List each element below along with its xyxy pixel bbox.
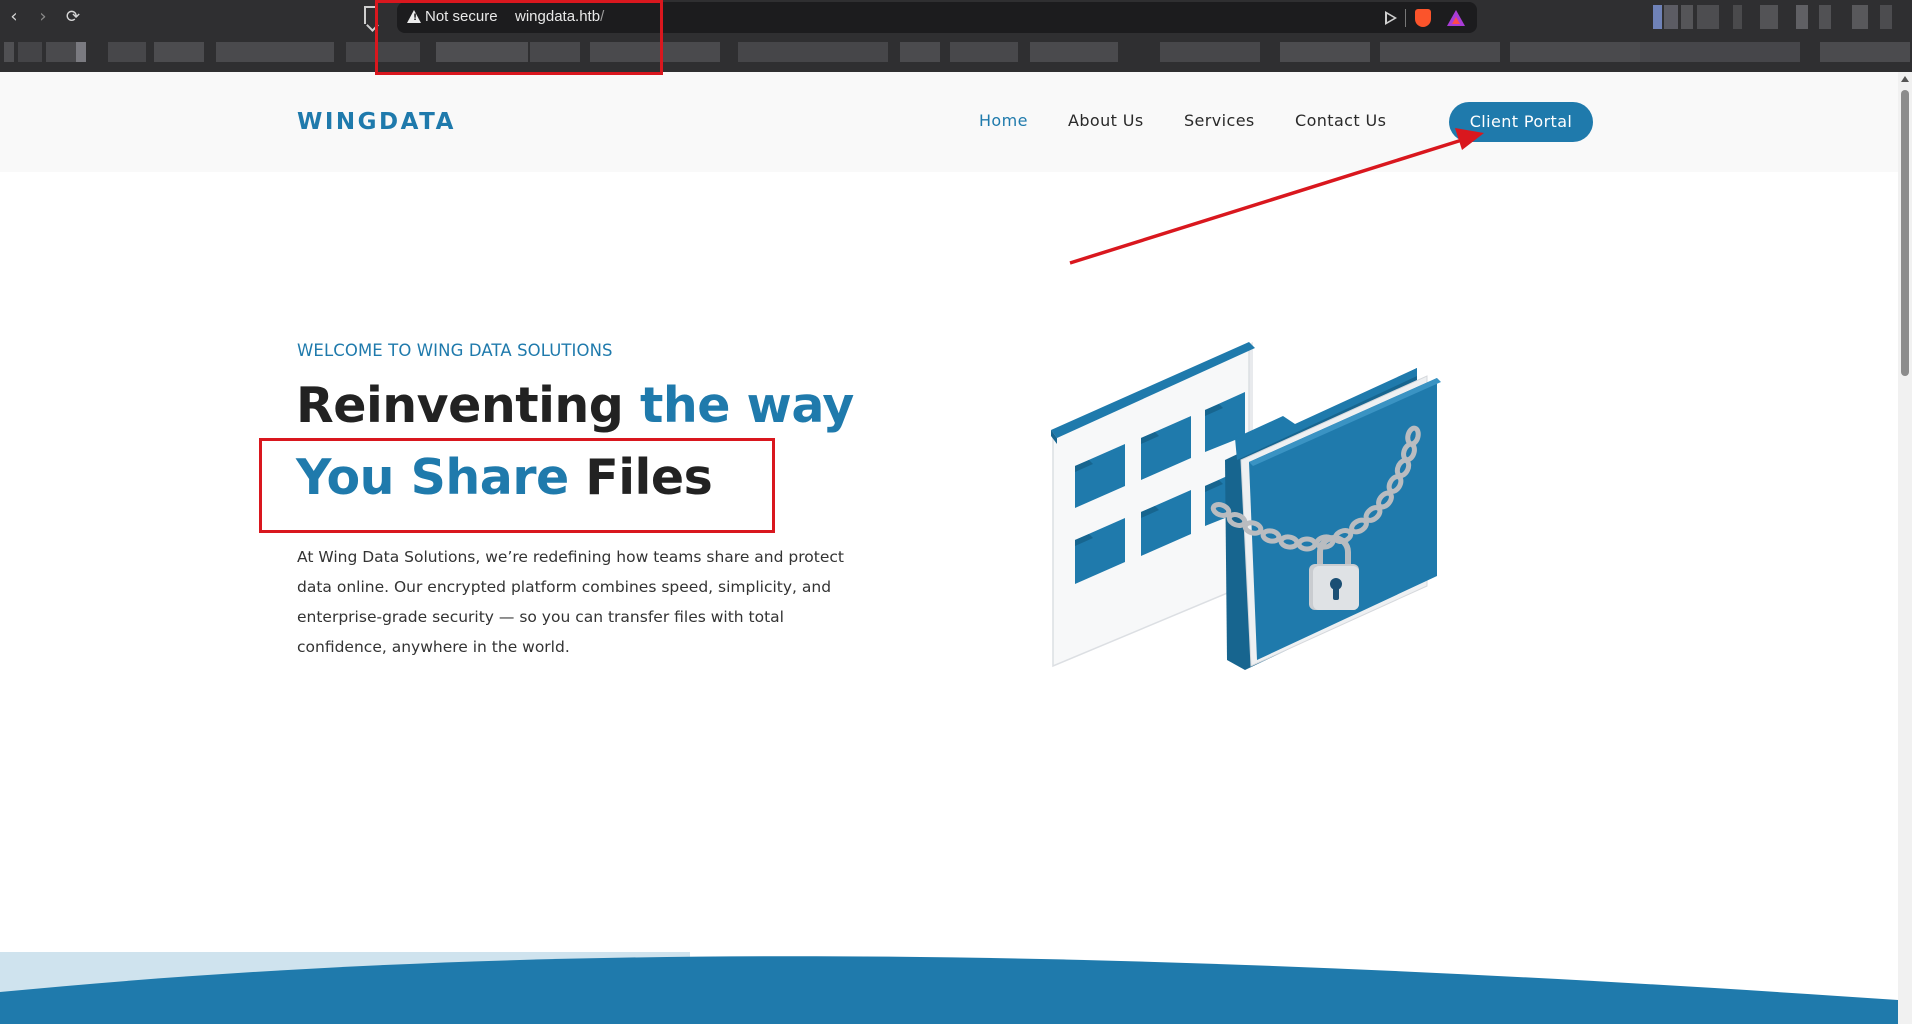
reload-icon[interactable]: ⟳ (60, 3, 86, 31)
browser-toolbar: ‹ › ⟳ ! Not secure wingdata.htb/ (0, 0, 1912, 72)
scrollbar[interactable] (1898, 72, 1912, 1024)
rewards-icon[interactable] (1447, 10, 1465, 26)
locked-folder-illustration (1051, 342, 1441, 670)
nav-about-us[interactable]: About Us (1068, 111, 1144, 130)
scroll-up-icon[interactable] (1901, 76, 1909, 82)
bookmarks-bar (0, 38, 1912, 68)
headline-part: Reinventing (296, 377, 640, 434)
hero-description: At Wing Data Solutions, we’re redefining… (297, 548, 844, 656)
headline-accent: You Share (296, 449, 569, 506)
hero-headline: Reinventing the way You Share Files (296, 370, 916, 514)
chevron-left-icon[interactable]: ‹ (1, 3, 27, 31)
client-portal-button[interactable]: Client Portal (1449, 102, 1593, 142)
share-icon[interactable] (1385, 11, 1397, 25)
url-path: / (600, 8, 605, 25)
chevron-right-icon[interactable]: › (30, 3, 56, 31)
nav-services[interactable]: Services (1184, 111, 1255, 130)
wave-decoration (0, 952, 1898, 1024)
warning-icon: ! (407, 10, 421, 23)
nav-contact-us[interactable]: Contact Us (1295, 111, 1386, 130)
url-host: wingdata.htb (515, 8, 601, 25)
web-page: WINGDATA Home About Us Services Contact … (0, 72, 1912, 1024)
brave-shields-icon[interactable] (1415, 9, 1431, 27)
folder-shape (1225, 368, 1441, 670)
site-logo[interactable]: WINGDATA (297, 109, 456, 135)
nav-home[interactable]: Home (979, 111, 1028, 130)
scroll-thumb[interactable] (1901, 90, 1909, 376)
bookmark-icon[interactable] (364, 6, 378, 24)
divider (1405, 9, 1406, 27)
hero-eyebrow: WELCOME TO WING DATA SOLUTIONS (297, 341, 613, 360)
site-header: WINGDATA Home About Us Services Contact … (0, 72, 1898, 172)
address-bar[interactable]: ! Not secure wingdata.htb/ (397, 2, 1477, 33)
url-text[interactable]: wingdata.htb/ (515, 8, 604, 25)
headline-part: Files (568, 449, 713, 506)
headline-accent: the way (639, 377, 854, 434)
security-indicator[interactable]: Not secure (425, 8, 498, 25)
